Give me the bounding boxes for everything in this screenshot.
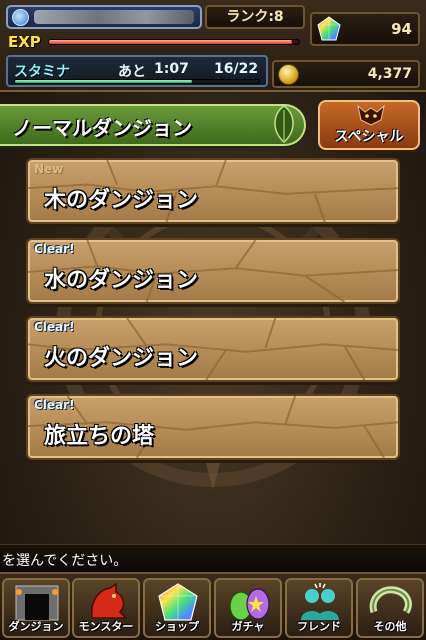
nav-label: ダンジョン bbox=[8, 620, 64, 633]
nav-friend[interactable]: フレンド bbox=[285, 578, 353, 638]
nav-label: ショップ bbox=[155, 620, 199, 633]
coin-display: 4,377 bbox=[272, 60, 420, 88]
dungeon-name: 火のダンジョン bbox=[44, 346, 199, 371]
nav-monster[interactable]: モンスター bbox=[72, 578, 140, 638]
nav-label: ガチャ bbox=[231, 620, 265, 633]
avatar bbox=[12, 9, 29, 26]
dragon-icon bbox=[90, 582, 128, 619]
gem-icon bbox=[158, 583, 198, 621]
dungeon-button[interactable]: Clear! 旅立ちの塔 bbox=[26, 394, 400, 460]
exp-bar-fill bbox=[49, 40, 292, 44]
nav-dungeon[interactable]: ダンジョン bbox=[2, 578, 70, 638]
stamina-label: スタミナ bbox=[14, 64, 70, 80]
exp-bar bbox=[48, 39, 300, 45]
instruction-message: を選んでください。 bbox=[2, 553, 128, 569]
message-bar: を選んでください。 bbox=[0, 544, 426, 572]
special-button-label: スペシャル bbox=[334, 129, 404, 145]
stamina-box: スタミナ あと 1:07 16/22 bbox=[6, 55, 268, 87]
leaf-icon bbox=[274, 105, 294, 143]
nav-gacha[interactable]: ガチャ bbox=[214, 578, 282, 638]
magic-stone-icon bbox=[317, 16, 341, 41]
stamina-value: 16/22 bbox=[214, 61, 259, 77]
dungeon-name: 水のダンジョン bbox=[44, 268, 199, 293]
status-header: ランク:8 EXP スタミナ あと 1:07 16/22 94 4,377 bbox=[0, 0, 426, 92]
exp-label: EXP bbox=[8, 33, 41, 51]
coin-count: 4,377 bbox=[367, 66, 412, 82]
nav-shop[interactable]: ショップ bbox=[143, 578, 211, 638]
stamina-time: 1:07 bbox=[154, 61, 189, 77]
stamina-bar-fill bbox=[15, 80, 193, 83]
player-name-blurred bbox=[34, 10, 194, 24]
section-title: ノーマルダンジョン bbox=[12, 116, 192, 140]
nav-label: その他 bbox=[373, 620, 407, 633]
dungeon-tag: New bbox=[34, 162, 64, 176]
special-dungeon-button[interactable]: スペシャル bbox=[318, 100, 420, 150]
nav-other[interactable]: その他 bbox=[356, 578, 424, 638]
nav-label: モンスター bbox=[78, 620, 134, 633]
nav-label: フレンド bbox=[297, 620, 341, 633]
friends-icon bbox=[301, 583, 339, 620]
egg-icon bbox=[229, 588, 270, 621]
dungeon-button[interactable]: New 木のダンジョン bbox=[26, 158, 400, 224]
dungeon-tag: Clear! bbox=[34, 320, 75, 334]
demon-icon bbox=[357, 104, 385, 126]
coin-icon bbox=[278, 64, 299, 85]
dungeon-gate-icon bbox=[15, 585, 59, 621]
rank-display: ランク:8 bbox=[205, 5, 305, 29]
magic-stone-display[interactable]: 94 bbox=[310, 12, 420, 46]
dungeon-tag: Clear! bbox=[34, 242, 75, 256]
normal-dungeon-banner: ノーマルダンジョン bbox=[0, 104, 306, 146]
player-name-box[interactable] bbox=[6, 5, 202, 29]
dungeon-button[interactable]: Clear! 火のダンジョン bbox=[26, 316, 400, 382]
stamina-time-label: あと bbox=[118, 64, 146, 80]
dungeon-name: 木のダンジョン bbox=[44, 188, 199, 213]
other-icon bbox=[369, 586, 412, 614]
magic-stone-count: 94 bbox=[391, 20, 412, 38]
bottom-navigation: ダンジョン モンスター ショップ ガチャ フレンド その他 bbox=[0, 572, 426, 640]
dungeon-name: 旅立ちの塔 bbox=[44, 424, 155, 449]
dungeon-tag: Clear! bbox=[34, 398, 75, 412]
stamina-bar bbox=[14, 79, 260, 84]
dungeon-button[interactable]: Clear! 水のダンジョン bbox=[26, 238, 400, 304]
